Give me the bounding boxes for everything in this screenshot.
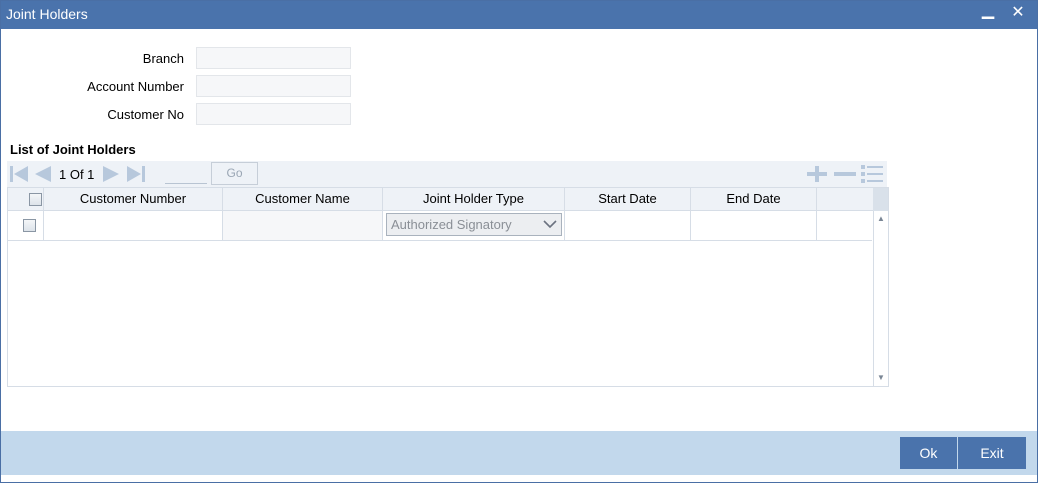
list-title: List of Joint Holders bbox=[10, 142, 136, 157]
table-row: Authorized Signatory bbox=[8, 211, 872, 241]
go-button[interactable]: Go bbox=[211, 162, 258, 185]
joint-holder-type-select[interactable]: Authorized Signatory bbox=[386, 213, 562, 236]
row-checkbox[interactable] bbox=[23, 219, 36, 232]
last-page-icon[interactable] bbox=[126, 165, 146, 183]
footer-bar: Ok Exit bbox=[1, 431, 1037, 475]
end-date-cell[interactable] bbox=[691, 211, 817, 240]
window-title: Joint Holders bbox=[6, 6, 88, 22]
col-start-date[interactable]: Start Date bbox=[565, 188, 691, 211]
col-joint-holder-type[interactable]: Joint Holder Type bbox=[383, 188, 565, 211]
close-icon[interactable]: ✕ bbox=[1009, 3, 1027, 23]
customer-no-label: Customer No bbox=[107, 107, 184, 122]
pagination-toolbar: 1 Of 1 Go bbox=[7, 161, 887, 187]
customer-no-field[interactable] bbox=[196, 103, 351, 125]
next-page-icon[interactable] bbox=[102, 165, 122, 183]
col-customer-name[interactable]: Customer Name bbox=[223, 188, 383, 211]
col-end-date[interactable]: End Date bbox=[691, 188, 817, 211]
scroll-up-icon[interactable]: ▲ bbox=[877, 215, 885, 223]
grid-header: Customer Number Customer Name Joint Hold… bbox=[8, 188, 888, 211]
vertical-scrollbar[interactable]: ▲ ▼ bbox=[873, 211, 888, 386]
select-all-checkbox[interactable] bbox=[29, 193, 42, 206]
delete-row-icon[interactable] bbox=[833, 164, 857, 184]
grid-header-corner bbox=[873, 188, 888, 211]
scroll-down-icon[interactable]: ▼ bbox=[877, 374, 885, 382]
chevron-down-icon bbox=[543, 220, 557, 229]
customer-number-cell[interactable] bbox=[44, 211, 223, 240]
exit-button[interactable]: Exit bbox=[958, 437, 1026, 469]
row-select-cell bbox=[8, 211, 44, 240]
account-number-field[interactable] bbox=[196, 75, 351, 97]
joint-holders-grid: Customer Number Customer Name Joint Hold… bbox=[7, 187, 889, 387]
start-date-cell[interactable] bbox=[565, 211, 691, 240]
account-number-label: Account Number bbox=[87, 79, 184, 94]
branch-field[interactable] bbox=[196, 47, 351, 69]
select-all-column bbox=[8, 188, 44, 211]
joint-holder-type-value: Authorized Signatory bbox=[391, 217, 512, 232]
col-customer-number[interactable]: Customer Number bbox=[44, 188, 223, 211]
page-indicator: 1 Of 1 bbox=[59, 167, 95, 182]
page-number-input[interactable] bbox=[165, 164, 207, 184]
ok-button[interactable]: Ok bbox=[900, 437, 957, 469]
minimize-icon[interactable]: ▁ bbox=[979, 1, 997, 21]
title-bar: Joint Holders ▁ ✕ bbox=[1, 1, 1037, 29]
add-row-icon[interactable] bbox=[805, 164, 829, 184]
branch-label: Branch bbox=[142, 51, 184, 66]
first-page-icon[interactable] bbox=[9, 165, 29, 183]
customer-name-cell bbox=[223, 211, 383, 240]
single-view-icon[interactable] bbox=[860, 164, 884, 184]
previous-page-icon[interactable] bbox=[32, 165, 52, 183]
joint-holders-window: Joint Holders ▁ ✕ Branch Account Number … bbox=[0, 0, 1038, 483]
